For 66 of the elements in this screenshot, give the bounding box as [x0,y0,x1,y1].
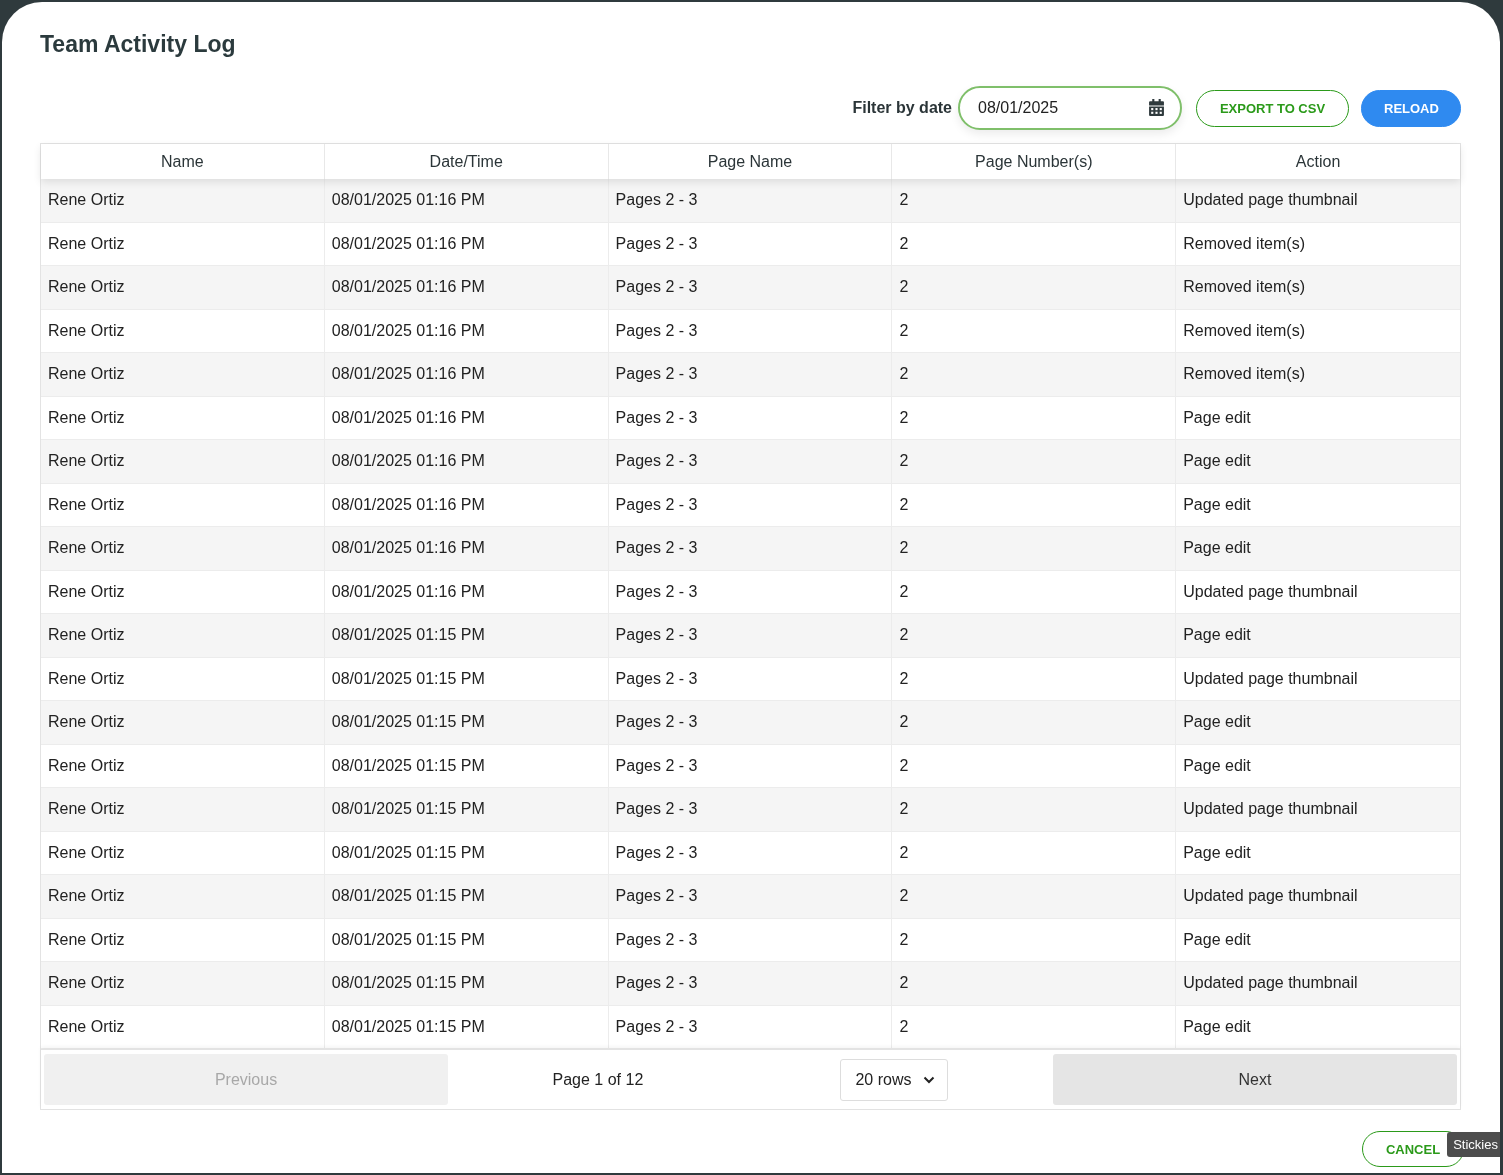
table-cell: Pages 2 - 3 [608,353,893,397]
table-cell: Pages 2 - 3 [608,962,893,1006]
table-cell: Updated page thumbnail [1176,179,1460,223]
table-cell: Rene Ortiz [41,353,325,397]
table-cell: Rene Ortiz [41,962,325,1006]
table-cell: Removed item(s) [1176,353,1460,397]
table-cell: Pages 2 - 3 [608,266,893,310]
calendar-icon[interactable] [1149,99,1164,116]
table-cell: Pages 2 - 3 [608,440,893,484]
table-cell: 2 [892,527,1177,571]
page-info: Page 1 of 12 [552,1070,644,1089]
tooltip: Stickies [1447,1132,1500,1157]
table-cell: Rene Ortiz [41,527,325,571]
table-cell: Rene Ortiz [41,179,325,223]
table-cell: 2 [892,440,1177,484]
date-field[interactable]: 08/01/2025 [958,86,1182,130]
table-cell: 08/01/2025 01:16 PM [324,266,609,310]
table-cell: 08/01/2025 01:15 PM [324,962,609,1006]
table-cell: 08/01/2025 01:16 PM [324,527,609,571]
table-cell: 08/01/2025 01:15 PM [324,788,609,832]
table-cell: Updated page thumbnail [1176,875,1460,919]
table-cell: 2 [892,266,1177,310]
table-cell: 08/01/2025 01:15 PM [324,1005,609,1049]
table-cell: 08/01/2025 01:15 PM [324,875,609,919]
table-cell: Rene Ortiz [41,1005,325,1049]
table-cell: 08/01/2025 01:15 PM [324,614,609,658]
table-cell: Page edit [1176,440,1460,484]
table-cell: Page edit [1176,1005,1460,1049]
dialog-title: Team Activity Log [40,30,237,58]
table-cell: 08/01/2025 01:16 PM [324,179,609,223]
table-cell: Pages 2 - 3 [608,527,893,571]
table-cell: Pages 2 - 3 [608,788,893,832]
table-cell: 2 [892,701,1177,745]
table-cell: 2 [892,875,1177,919]
table-cell: Rene Ortiz [41,266,325,310]
table-cell: 2 [892,353,1177,397]
table-cell: Updated page thumbnail [1176,962,1460,1006]
table-cell: Rene Ortiz [41,701,325,745]
next-button[interactable]: Next [1053,1054,1457,1105]
table-cell: 2 [892,614,1177,658]
rows-select[interactable]: 20 rows [840,1058,949,1101]
table-cell: Rene Ortiz [41,788,325,832]
table-cell: 08/01/2025 01:16 PM [324,440,609,484]
table-cell: 2 [892,1005,1177,1049]
table-cell: Pages 2 - 3 [608,179,893,223]
table-cell: 08/01/2025 01:15 PM [324,701,609,745]
chevron-down-icon [923,1075,936,1084]
table-cell: 2 [892,962,1177,1006]
table-cell: Page edit [1176,527,1460,571]
table-cell: Pages 2 - 3 [608,614,893,658]
table-cell: Rene Ortiz [41,875,325,919]
table-cell: Pages 2 - 3 [608,1005,893,1049]
column-header[interactable]: Action [1176,144,1460,179]
export-button[interactable]: EXPORT TO CSV [1196,89,1349,127]
table-cell: 08/01/2025 01:16 PM [324,353,609,397]
table-cell: Updated page thumbnail [1176,788,1460,832]
table-cell: Page edit [1176,614,1460,658]
filter-label: Filter by date [852,99,952,117]
table-cell: 2 [892,179,1177,223]
table-cell: Pages 2 - 3 [608,701,893,745]
table-cell: 2 [892,788,1177,832]
table-cell: Page edit [1176,701,1460,745]
table-cell: Removed item(s) [1176,266,1460,310]
table-cell: Pages 2 - 3 [608,875,893,919]
table-cell: Rene Ortiz [41,440,325,484]
table-cell: Rene Ortiz [41,614,325,658]
